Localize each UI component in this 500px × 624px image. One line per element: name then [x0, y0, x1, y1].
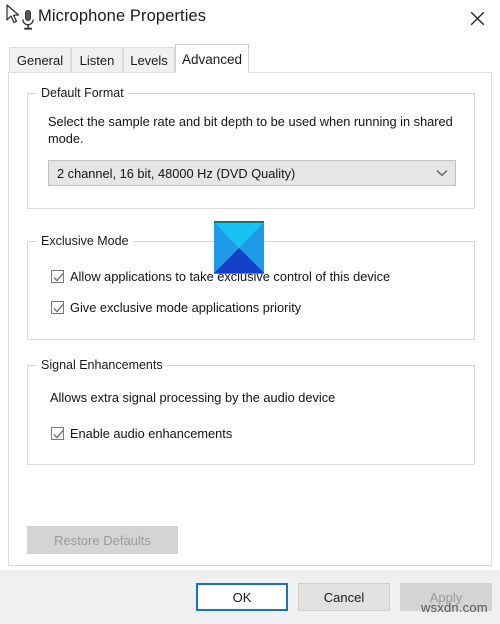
tab-strip: General Listen Levels Advanced — [0, 40, 500, 73]
checkbox-row-enable-audio-enhancements[interactable]: Enable audio enhancements — [51, 426, 232, 441]
title-bar: Microphone Properties — [0, 0, 500, 40]
checkbox-enable-audio-enhancements[interactable] — [51, 427, 64, 440]
default-format-description: Select the sample rate and bit depth to … — [48, 114, 453, 146]
checkbox-allow-exclusive-control[interactable] — [51, 270, 64, 283]
cancel-button[interactable]: Cancel — [298, 583, 390, 611]
brand-logo-icon — [214, 221, 264, 274]
title-icon-group — [6, 4, 40, 34]
checkmark-icon — [53, 429, 64, 439]
window-title: Microphone Properties — [38, 7, 207, 25]
chevron-down-icon — [429, 169, 455, 177]
tab-listen[interactable]: Listen — [71, 47, 123, 73]
site-watermark: wsxdn.com — [421, 600, 488, 615]
checkbox-label-enable-audio-enhancements: Enable audio enhancements — [70, 426, 233, 441]
close-icon — [470, 11, 484, 25]
sample-rate-dropdown[interactable]: 2 channel, 16 bit, 48000 Hz (DVD Quality… — [48, 160, 456, 186]
signal-enhancements-group-label: Signal Enhancements — [37, 358, 167, 372]
default-format-group: Default Format Select the sample rate an… — [27, 86, 475, 209]
checkbox-exclusive-priority[interactable] — [51, 301, 64, 314]
restore-defaults-button[interactable]: Restore Defaults — [27, 526, 178, 554]
tab-content-panel: Default Format Select the sample rate an… — [8, 72, 492, 566]
checkbox-label-exclusive-priority: Give exclusive mode applications priorit… — [70, 300, 302, 315]
tab-advanced[interactable]: Advanced — [175, 44, 249, 73]
checkbox-row-exclusive-priority[interactable]: Give exclusive mode applications priorit… — [51, 300, 301, 315]
default-format-group-label: Default Format — [37, 86, 128, 100]
signal-enhancements-group: Signal Enhancements Allows extra signal … — [27, 358, 475, 465]
tab-levels[interactable]: Levels — [123, 47, 175, 73]
tab-general[interactable]: General — [9, 47, 71, 73]
checkmark-icon — [53, 303, 64, 313]
sample-rate-value: 2 channel, 16 bit, 48000 Hz (DVD Quality… — [57, 165, 296, 181]
checkmark-icon — [53, 272, 64, 282]
dialog-footer: OK Cancel Apply — [0, 570, 500, 624]
close-button[interactable] — [460, 3, 494, 33]
exclusive-mode-group-label: Exclusive Mode — [37, 234, 133, 248]
ok-button[interactable]: OK — [196, 583, 288, 611]
signal-enhancements-description: Allows extra signal processing by the au… — [50, 390, 336, 405]
microphone-icon — [22, 10, 34, 30]
